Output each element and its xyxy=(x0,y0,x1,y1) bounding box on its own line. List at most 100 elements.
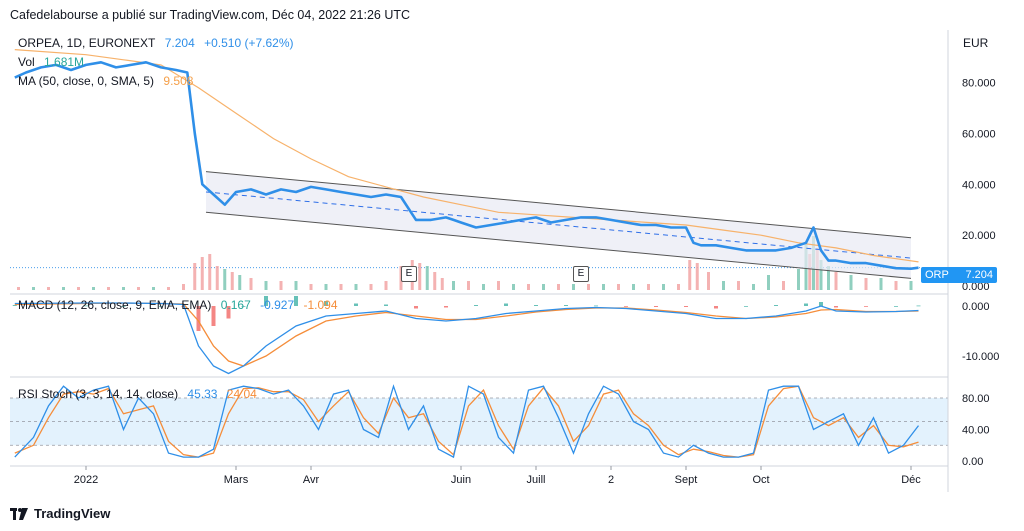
macd-histogram-bar xyxy=(654,306,658,307)
volume-bar xyxy=(752,284,755,290)
earnings-marker[interactable]: E xyxy=(573,266,589,282)
macd-y-tick: -10.000 xyxy=(962,351,999,363)
price-y-tick: 60.000 xyxy=(962,129,996,141)
x-tick-label: Oct xyxy=(752,474,769,486)
volume-bar xyxy=(339,284,343,290)
macd-label: MACD (12, 26, close, 9, EMA, EMA) xyxy=(18,298,212,312)
volume-bar xyxy=(418,263,422,290)
x-tick-label: Juin xyxy=(451,474,471,486)
macd-histogram-bar xyxy=(864,306,868,307)
volume-bar xyxy=(17,287,20,290)
volume-bar xyxy=(879,278,883,290)
volume-bar xyxy=(722,281,725,290)
brand-name: TradingView xyxy=(34,506,111,521)
macd-histogram-bar xyxy=(384,304,388,306)
volume-bar xyxy=(223,269,227,290)
rsi-legend[interactable]: RSI Stoch (3, 3, 14, 14, close) 45.33 24… xyxy=(18,387,263,401)
volume-bar xyxy=(894,281,898,290)
price-y-tick: 20.000 xyxy=(962,230,996,242)
volume-bar xyxy=(354,284,358,290)
macd-y-tick: 0.000 xyxy=(962,301,990,313)
main-legend[interactable]: ORPEA, 1D, EURONEXT 7.204 +0.510 (+7.62%… xyxy=(18,36,300,50)
volume-bar xyxy=(512,284,515,290)
macd-histogram-bar xyxy=(564,305,568,306)
earnings-marker[interactable]: E xyxy=(401,266,417,282)
macd-histogram-bar xyxy=(834,306,838,308)
macd-histogram-bar xyxy=(894,306,898,307)
volume-bar xyxy=(767,275,770,290)
volume-bar xyxy=(647,284,650,290)
volume-bar xyxy=(92,287,95,290)
price-y-tick: 80.000 xyxy=(962,78,996,90)
volume-bar xyxy=(542,284,545,290)
volume-bar xyxy=(193,263,197,290)
volume-bar xyxy=(32,287,35,290)
macd-signal-value: -1.094 xyxy=(303,298,338,312)
volume-bar xyxy=(433,272,437,290)
x-tick-label: Déc xyxy=(901,474,921,486)
tradingview-brand[interactable]: TradingView xyxy=(10,506,110,521)
volume-bar xyxy=(309,284,313,290)
macd-histogram-bar xyxy=(744,306,748,307)
macd-histogram-bar xyxy=(534,305,538,306)
macd-histogram-bar xyxy=(774,305,778,306)
symbol-label: ORPEA, 1D, EURONEXT xyxy=(18,36,156,50)
volume-bar xyxy=(208,254,212,290)
volume-bar xyxy=(557,284,560,290)
x-tick-label: Sept xyxy=(675,474,698,486)
volume-bar xyxy=(264,281,268,290)
volume-bar xyxy=(587,284,590,290)
x-tick-label: Mars xyxy=(224,474,249,486)
volume-bar xyxy=(440,278,444,290)
volume-bar xyxy=(707,272,710,290)
volume-bar xyxy=(200,257,204,290)
volume-bar xyxy=(849,275,853,290)
ma-label: MA (50, close, 0, SMA, 5) xyxy=(18,74,155,88)
volume-bar xyxy=(324,284,328,290)
volume-bar xyxy=(152,287,155,290)
macd-histogram-bar xyxy=(12,305,17,306)
volume-bar xyxy=(782,281,785,290)
volume-bar xyxy=(425,266,429,290)
macd-histogram-bar xyxy=(714,306,718,309)
macd-signal-line xyxy=(14,302,919,367)
macd-legend[interactable]: MACD (12, 26, close, 9, EMA, EMA) 0.167 … xyxy=(18,298,344,312)
currency-unit: EUR xyxy=(963,36,989,50)
volume-bar xyxy=(294,281,298,290)
ma-legend[interactable]: MA (50, close, 0, SMA, 5) 9.508 xyxy=(18,74,199,88)
volume-bar xyxy=(482,284,485,290)
vol-value: 1.681M xyxy=(44,55,85,69)
macd-histogram-bar xyxy=(414,306,418,309)
price-y-tick: 40.000 xyxy=(962,179,996,191)
volume-bar xyxy=(695,263,699,290)
volume-bar xyxy=(62,287,65,290)
volume-bar xyxy=(77,287,80,290)
volume-bar xyxy=(467,281,470,290)
price-tag: ORP 7.204 xyxy=(921,267,997,283)
volume-bar xyxy=(369,284,373,290)
rsi-y-tick: 80.00 xyxy=(962,393,990,405)
volume-legend[interactable]: Vol 1.681M xyxy=(18,55,90,69)
macd-hist-value: 0.167 xyxy=(220,298,251,312)
last-price: 7.204 xyxy=(164,36,195,50)
macd-line xyxy=(14,302,919,375)
volume-bar xyxy=(107,287,110,290)
volume-bar xyxy=(47,287,50,290)
rsi-d-value: 24.04 xyxy=(226,387,257,401)
tradingview-logo-icon xyxy=(10,507,28,520)
volume-bar xyxy=(230,272,234,290)
rsi-y-tick: 40.00 xyxy=(962,425,990,437)
volume-bar xyxy=(662,284,665,290)
volume-bar xyxy=(527,284,530,290)
x-tick-label: Juill xyxy=(527,474,546,486)
volume-bar xyxy=(909,281,913,290)
x-tick-label: 2022 xyxy=(74,474,98,486)
volume-bar xyxy=(182,284,185,290)
macd-histogram-bar xyxy=(474,305,478,306)
macd-histogram-bar xyxy=(624,306,628,307)
rsi-y-tick: 0.00 xyxy=(962,456,983,468)
macd-value: -0.927 xyxy=(260,298,295,312)
macd-histogram-bar xyxy=(916,305,921,307)
rsi-k-value: 45.33 xyxy=(187,387,218,401)
x-tick-label: Avr xyxy=(303,474,320,486)
